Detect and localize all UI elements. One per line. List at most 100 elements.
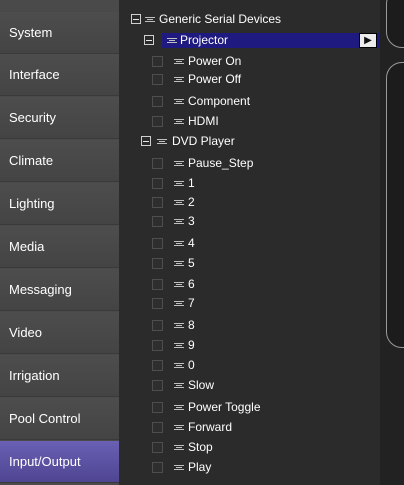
- command-checkbox[interactable]: [152, 216, 163, 227]
- command-icon: [174, 323, 184, 328]
- play-triangle-icon: ▶: [364, 35, 372, 46]
- command-icon: [174, 161, 184, 166]
- command-icon: [174, 119, 184, 124]
- tree-node-label: HDMI: [188, 114, 219, 128]
- sidebar-item-label: Irrigation: [9, 368, 60, 383]
- tree-node-command[interactable]: 4: [119, 236, 380, 251]
- sidebar-item-messaging[interactable]: Messaging: [0, 269, 119, 311]
- scrollbar-thumb[interactable]: [386, 62, 404, 348]
- tree-node-command[interactable]: Pause_Step: [119, 156, 380, 171]
- scroll-up-handle[interactable]: [386, 0, 404, 48]
- command-icon: [174, 445, 184, 450]
- sidebar-item-label: Video: [9, 325, 43, 340]
- collapse-icon[interactable]: [131, 14, 141, 24]
- serial-device-icon: [145, 17, 155, 22]
- command-checkbox[interactable]: [152, 380, 163, 391]
- sidebar-item-label: Messaging: [9, 282, 72, 297]
- tree-node-command[interactable]: 5: [119, 256, 380, 271]
- tree-node-projector[interactable]: Projector ▶: [119, 33, 380, 48]
- collapse-icon[interactable]: [144, 35, 154, 45]
- tree-node-command[interactable]: 9: [119, 338, 380, 353]
- sidebar-item-pool-control[interactable]: Pool Control: [0, 398, 119, 440]
- tree-node-label: 5: [188, 256, 195, 270]
- command-icon: [174, 383, 184, 388]
- tree-node-command[interactable]: Play: [119, 460, 380, 475]
- tree-node-label: Slow: [188, 378, 215, 392]
- tree-node-command[interactable]: Power Toggle: [119, 400, 380, 415]
- command-icon: [174, 343, 184, 348]
- command-icon: [174, 465, 184, 470]
- command-checkbox[interactable]: [152, 422, 163, 433]
- command-checkbox[interactable]: [152, 96, 163, 107]
- sidebar-item-label: Security: [9, 110, 56, 125]
- command-icon: [174, 99, 184, 104]
- tree-node-generic-serial-devices[interactable]: Generic Serial Devices: [119, 12, 380, 27]
- tree-node-label: 2: [188, 195, 195, 209]
- sidebar-item-interface[interactable]: Interface: [0, 54, 119, 96]
- command-icon: [174, 405, 184, 410]
- tree-node-label: Component: [188, 94, 251, 108]
- tree-node-label: Play: [188, 460, 212, 474]
- play-button[interactable]: ▶: [359, 33, 377, 48]
- tree-node-command[interactable]: Power On: [119, 54, 380, 69]
- tree-node-command[interactable]: 7: [119, 296, 380, 311]
- command-checkbox[interactable]: [152, 340, 163, 351]
- command-checkbox[interactable]: [152, 178, 163, 189]
- command-checkbox[interactable]: [152, 158, 163, 169]
- tree-node-command[interactable]: 1: [119, 176, 380, 191]
- sidebar-item-security[interactable]: Security: [0, 97, 119, 139]
- command-checkbox[interactable]: [152, 298, 163, 309]
- command-checkbox[interactable]: [152, 116, 163, 127]
- tree-node-command[interactable]: Component: [119, 94, 380, 109]
- tree-node-label: 9: [188, 338, 195, 352]
- command-checkbox[interactable]: [152, 258, 163, 269]
- tree-node-command[interactable]: Stop: [119, 440, 380, 455]
- tree-node-label: Pause_Step: [188, 156, 254, 170]
- sidebar-item-lighting[interactable]: Lighting: [0, 183, 119, 225]
- tree-node-command[interactable]: Power Off: [119, 72, 380, 87]
- command-checkbox[interactable]: [152, 360, 163, 371]
- command-icon: [174, 181, 184, 186]
- tree-node-command[interactable]: Slow: [119, 378, 380, 393]
- sidebar: System Interface Security Climate Lighti…: [0, 0, 119, 485]
- command-checkbox[interactable]: [152, 279, 163, 290]
- tree-node-label: 8: [188, 318, 195, 332]
- tree-node-label: Power Toggle: [188, 400, 261, 414]
- sidebar-item-label: Pool Control: [9, 411, 81, 426]
- command-checkbox[interactable]: [152, 402, 163, 413]
- command-checkbox[interactable]: [152, 56, 163, 67]
- sidebar-item-system[interactable]: System: [0, 12, 119, 54]
- tree-node-label: Forward: [188, 420, 233, 434]
- tree-node-command[interactable]: HDMI: [119, 114, 380, 129]
- tree-node-dvd-player[interactable]: DVD Player: [119, 134, 380, 149]
- tree-node-command[interactable]: 3: [119, 214, 380, 229]
- tree-node-label: 1: [188, 176, 195, 190]
- tree-node-label: 0: [188, 358, 195, 372]
- command-icon: [174, 219, 184, 224]
- tree-node-command[interactable]: 2: [119, 195, 380, 210]
- tree-node-command[interactable]: 0: [119, 358, 380, 373]
- sidebar-item-media[interactable]: Media: [0, 226, 119, 268]
- command-checkbox[interactable]: [152, 197, 163, 208]
- command-icon: [174, 261, 184, 266]
- command-checkbox[interactable]: [152, 238, 163, 249]
- command-checkbox[interactable]: [152, 74, 163, 85]
- serial-device-icon: [167, 38, 177, 43]
- sidebar-item-label: System: [9, 25, 53, 40]
- command-icon: [174, 200, 184, 205]
- tree-node-command[interactable]: 6: [119, 277, 380, 292]
- command-checkbox[interactable]: [152, 320, 163, 331]
- tree-node-command[interactable]: Forward: [119, 420, 380, 435]
- collapse-icon[interactable]: [141, 136, 151, 146]
- sidebar-item-irrigation[interactable]: Irrigation: [0, 355, 119, 397]
- tree-node-label: Power Off: [188, 72, 242, 86]
- sidebar-item-label: Climate: [9, 153, 54, 168]
- command-icon: [174, 301, 184, 306]
- command-checkbox[interactable]: [152, 442, 163, 453]
- tree-node-command[interactable]: 8: [119, 318, 380, 333]
- device-tree: Generic Serial Devices Projector ▶ Power…: [119, 0, 380, 485]
- sidebar-item-climate[interactable]: Climate: [0, 140, 119, 182]
- sidebar-item-input-output[interactable]: Input/Output: [0, 441, 119, 483]
- sidebar-item-video[interactable]: Video: [0, 312, 119, 354]
- command-checkbox[interactable]: [152, 462, 163, 473]
